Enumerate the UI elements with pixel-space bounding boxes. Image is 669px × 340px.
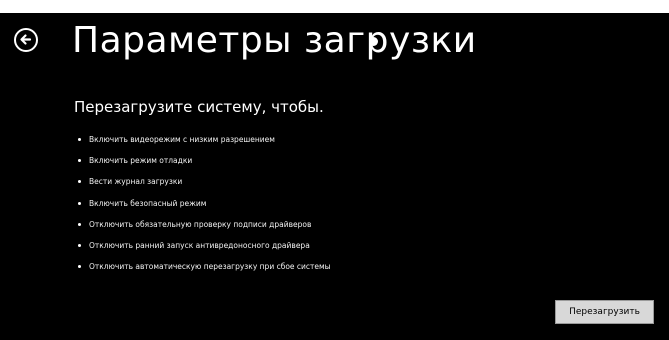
bullet-icon xyxy=(78,159,81,163)
startup-options-list: Включить видеорежим с низким разрешением… xyxy=(78,136,331,284)
bullet-icon xyxy=(78,138,81,141)
option-debugging-mode: Включить режим отладки xyxy=(78,157,331,165)
option-disable-auto-restart: Отключить автоматическую перезагрузку пр… xyxy=(78,263,331,271)
page-title: Параметры загрузки xyxy=(72,20,477,61)
startup-settings-screen: Параметры загрузки Перезагрузите систему… xyxy=(0,13,669,340)
bullet-icon xyxy=(78,265,81,269)
option-label: Отключить ранний запуск антивредоносного… xyxy=(89,240,310,250)
option-disable-early-antimalware: Отключить ранний запуск антивредоносного… xyxy=(78,240,331,250)
option-label: Отключить обязательную проверку подписи … xyxy=(89,219,312,229)
back-arrow-icon xyxy=(20,34,32,45)
bullet-icon xyxy=(78,222,81,226)
scan-artifact xyxy=(369,37,378,46)
option-label: Включить режим отладки xyxy=(89,156,193,166)
bullet-icon xyxy=(78,180,81,184)
restart-instruction: Перезагрузите систему, чтобы. xyxy=(74,98,324,116)
option-low-resolution-video: Включить видеорежим с низким разрешением xyxy=(78,136,331,144)
option-label: Вести журнал загрузки xyxy=(89,177,183,187)
option-boot-logging: Вести журнал загрузки xyxy=(78,178,331,186)
back-button[interactable] xyxy=(14,28,38,52)
option-label: Включить видеорежим с низким разрешением xyxy=(89,135,275,144)
bullet-icon xyxy=(78,243,81,247)
option-safe-mode: Включить безопасный режим xyxy=(78,198,331,208)
top-margin xyxy=(0,0,669,13)
option-label: Включить безопасный режим xyxy=(89,198,207,208)
restart-button[interactable]: Перезагрузить xyxy=(555,300,654,324)
option-label: Отключить автоматическую перезагрузку пр… xyxy=(89,262,331,272)
bullet-icon xyxy=(78,201,81,205)
option-disable-driver-signature: Отключить обязательную проверку подписи … xyxy=(78,219,331,229)
